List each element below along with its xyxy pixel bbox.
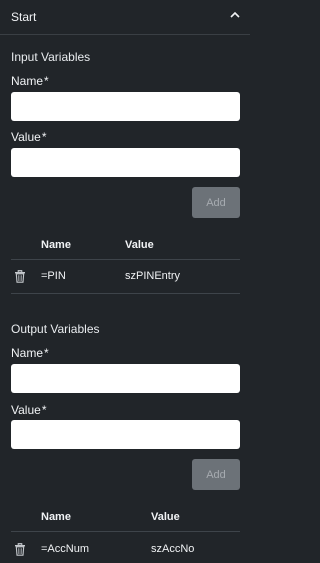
input-value-label: Value*	[11, 130, 46, 144]
input-table-header-value: Value	[125, 239, 154, 251]
output-table-header-value: Value	[151, 511, 180, 523]
input-variables-title: Input Variables	[11, 50, 91, 64]
output-name-label: Name*	[11, 346, 49, 360]
input-add-button[interactable]: Add	[192, 187, 240, 218]
required-marker: *	[44, 74, 49, 88]
input-name-label-text: Name	[11, 74, 44, 88]
input-value-field[interactable]	[11, 148, 240, 177]
table-divider	[11, 259, 240, 260]
input-table-header-name: Name	[41, 239, 71, 251]
table-divider	[11, 293, 240, 294]
output-value-label: Value*	[11, 403, 46, 417]
output-row-value: szAccNo	[151, 543, 195, 555]
input-row-value: szPINEntry	[125, 270, 181, 282]
output-name-field[interactable]	[11, 364, 240, 393]
chevron-up-icon[interactable]	[230, 11, 240, 19]
output-name-label-text: Name	[11, 346, 44, 360]
input-name-field[interactable]	[11, 92, 240, 121]
input-value-label-text: Value	[11, 130, 41, 144]
output-variables-title: Output Variables	[11, 322, 100, 336]
output-add-button[interactable]: Add	[192, 459, 240, 490]
trash-icon[interactable]	[14, 543, 26, 556]
output-row-name: =AccNum	[41, 543, 89, 555]
input-row-name: =PIN	[41, 270, 66, 282]
required-marker: *	[41, 130, 47, 144]
table-divider	[11, 531, 240, 532]
output-value-field[interactable]	[11, 420, 240, 449]
panel-title: Start	[11, 10, 37, 24]
required-marker: *	[41, 403, 47, 417]
output-table-header-name: Name	[41, 511, 71, 523]
output-value-label-text: Value	[11, 403, 41, 417]
trash-icon[interactable]	[14, 270, 26, 283]
start-panel-header[interactable]: Start	[0, 0, 250, 35]
required-marker: *	[44, 346, 49, 360]
input-name-label: Name*	[11, 74, 49, 88]
